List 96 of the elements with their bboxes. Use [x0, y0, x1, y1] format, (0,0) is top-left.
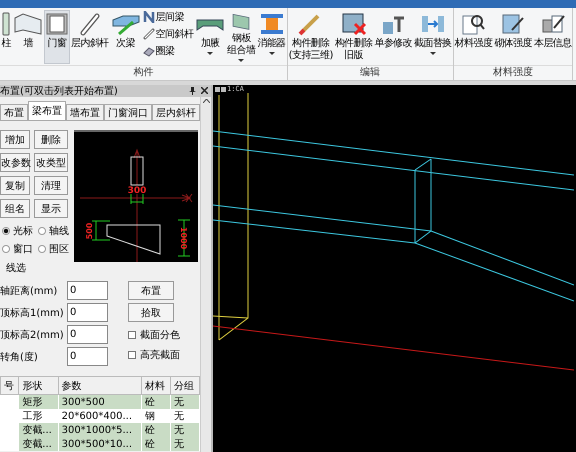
action-button[interactable]: 拾取 [128, 303, 174, 322]
ribbon-button[interactable]: 消能器 [256, 10, 287, 64]
tab[interactable]: 门窗洞口 [104, 104, 152, 120]
table-cell: 砼 [144, 439, 155, 450]
ribbon-button[interactable]: 本层信息 [532, 10, 572, 64]
checkbox-option[interactable]: 高亮截面 [128, 348, 180, 362]
ribbon-button[interactable]: 空间斜杆 [142, 27, 194, 41]
field-label: 转角(度) [0, 350, 39, 364]
ribbon-button[interactable]: 墙 [12, 10, 44, 64]
panel-button[interactable]: 复制 [0, 176, 30, 195]
tab[interactable]: 布置 [0, 104, 28, 120]
ribbon-button[interactable]: 层内斜杆 [70, 10, 110, 64]
table-cell: 变截... [22, 425, 52, 436]
tab[interactable]: 梁布置 [28, 101, 66, 120]
column-header[interactable]: 材料 [141, 376, 170, 394]
radio-option[interactable]: 光标 [0, 224, 33, 238]
ribbon-button[interactable]: 次梁 [110, 10, 142, 64]
radio-option[interactable]: 围区 [36, 242, 69, 256]
caret-icon [268, 52, 275, 55]
table-cell: 无 [174, 397, 184, 408]
panel-button[interactable]: 改类型 [34, 153, 68, 172]
group-label: 编辑 [288, 65, 453, 80]
magnifier-document-icon [460, 12, 486, 36]
panel-button[interactable]: 组名 [0, 199, 30, 218]
pin-icon[interactable] [189, 87, 196, 95]
dimension-label: 500 [85, 222, 94, 240]
close-icon[interactable] [201, 87, 208, 94]
table-cell: 300*500 [62, 396, 105, 408]
ribbon-button[interactable]: 门窗 [44, 10, 70, 64]
tab[interactable]: 墙布置 [66, 104, 104, 120]
wall-icon [13, 12, 43, 36]
field-label: 顶标高1(mm) [0, 306, 65, 320]
box-delete-icon [340, 12, 367, 36]
ribbon-button[interactable]: 单参修改 [373, 10, 414, 64]
group-label: 材料强度 [454, 65, 572, 80]
action-button[interactable]: 布置 [128, 281, 174, 300]
field-label: 顶标高2(mm) [0, 328, 65, 342]
table-cell: 矩形 [22, 397, 42, 408]
door-window-icon [45, 12, 69, 36]
input-field[interactable]: 0 [67, 347, 108, 366]
table-cell: 300*500*10... [62, 438, 132, 450]
table-cell: 工形 [22, 411, 42, 422]
scroll-up-icon[interactable] [202, 99, 210, 103]
table-cell: 钢 [144, 411, 155, 422]
table-cell: 无 [174, 411, 184, 422]
column-header[interactable]: 号 [0, 376, 19, 394]
ring-beam-icon [142, 45, 155, 57]
dimension-label: 1000 [179, 226, 188, 250]
document-pen-icon [500, 12, 526, 36]
ribbon-button[interactable]: 钢板 组合墙 [226, 10, 256, 64]
caret-icon [430, 52, 436, 55]
input-field[interactable]: 0 [67, 303, 108, 322]
ribbon-button[interactable]: 柱 [0, 10, 12, 64]
panel-button[interactable]: 增加 [0, 130, 30, 149]
table-cell: 300*1000*5... [62, 424, 132, 436]
ribbon-button[interactable]: 加腋 [194, 10, 226, 64]
caret-icon [238, 59, 244, 62]
table-cell: 20*600*400... [62, 410, 132, 422]
column-header[interactable]: 分组 [170, 376, 200, 394]
caret-icon [207, 52, 214, 55]
rod-icon [142, 28, 155, 40]
ribbon-button[interactable]: 圈梁 [142, 44, 194, 58]
line-select-label: 线选 [6, 262, 27, 275]
table-cell: 砼 [144, 397, 155, 408]
tab[interactable]: 层内斜杆 [152, 104, 200, 120]
panel-button[interactable]: 显示 [34, 199, 68, 218]
table-cell: 无 [174, 425, 184, 436]
group-label: 构件 [0, 65, 287, 80]
column-icon [1, 12, 11, 36]
radio-option[interactable]: 窗口 [0, 242, 33, 256]
panel-title: 布置(可双击列表开始布置) [0, 84, 118, 98]
table-cell: 变截... [22, 439, 52, 450]
input-field[interactable]: 0 [67, 281, 108, 300]
ribbon-button[interactable]: 截面替换 [413, 10, 453, 64]
damper-icon [258, 12, 285, 36]
table-row[interactable]: 变截... 300*1000*5... 砼 无 [0, 423, 200, 437]
column-header[interactable]: 形状 [18, 376, 58, 394]
brace-icon [78, 12, 102, 36]
panel-button[interactable]: 改参数 [0, 153, 30, 172]
checkbox-option[interactable]: 截面分色 [128, 328, 180, 342]
panel-button[interactable]: 删除 [34, 130, 68, 149]
field-label: 轴距离(mm) [0, 284, 58, 298]
column-header[interactable]: 参数 [58, 376, 142, 394]
table-cell: 砼 [144, 425, 155, 436]
ribbon-button[interactable]: 构件删除 (支持三维) [288, 10, 334, 64]
table-cell: 无 [174, 439, 184, 450]
table-row[interactable]: 矩形 300*500 砼 无 [0, 394, 200, 409]
n-icon [142, 11, 155, 23]
panel-button[interactable]: 清理 [34, 176, 68, 195]
table-row[interactable]: 变截... 300*500*10... 砼 无 [0, 437, 200, 451]
ribbon-button[interactable]: 砌体强度 [493, 10, 533, 64]
ribbon-button[interactable]: 构件删除 旧版 [334, 10, 374, 64]
radio-option[interactable]: 轴线 [36, 224, 69, 238]
input-field[interactable]: 0 [67, 325, 108, 344]
ribbon-button[interactable]: 材料强度 [454, 10, 494, 64]
ribbon-button[interactable]: 层间梁 [142, 10, 194, 24]
